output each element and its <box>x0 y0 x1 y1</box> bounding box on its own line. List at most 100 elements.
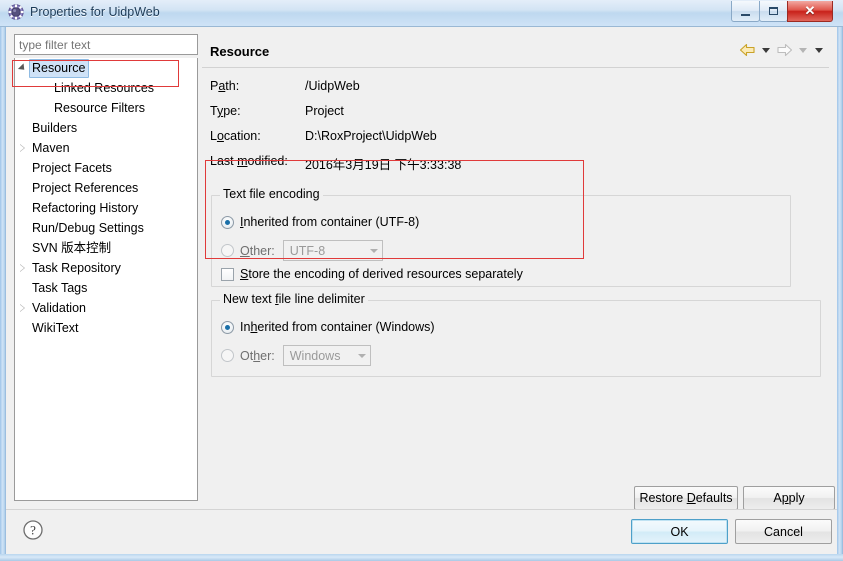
tree-item-label: Validation <box>32 301 86 315</box>
tree-item-maven[interactable]: Maven <box>15 138 197 158</box>
tree-item-resource[interactable]: Resource <box>15 58 197 78</box>
tree-item-builders[interactable]: Builders <box>15 118 197 138</box>
page-title-separator <box>202 67 829 68</box>
cancel-label: Cancel <box>764 524 803 539</box>
apply-button[interactable]: Apply <box>743 486 835 510</box>
tree-item-wikitext[interactable]: WikiText <box>15 318 197 338</box>
window-frame-right <box>837 0 843 561</box>
back-arrow-icon[interactable] <box>738 42 756 58</box>
tree-collapse-arrow-icon[interactable] <box>17 298 27 318</box>
tree-item-label: Run/Debug Settings <box>32 221 144 235</box>
store-derived-encoding-row[interactable]: Store the encoding of derived resources … <box>221 267 523 281</box>
delimiter-inherited-radio[interactable] <box>221 320 234 334</box>
encoding-inherited-radio-row[interactable]: Inherited from container (UTF-8) <box>221 215 419 229</box>
tree-item-task-tags[interactable]: Task Tags <box>15 278 197 298</box>
encoding-other-label: Other: <box>240 243 275 258</box>
delimiter-combo-chevron-down-icon <box>354 354 370 358</box>
forward-history-chevron-down-icon <box>796 42 809 58</box>
tree-item-project-facets[interactable]: Project Facets <box>15 158 197 178</box>
text-file-encoding-group: Text file encoding Inherited from contai… <box>211 187 791 287</box>
window-frame-bottom <box>0 554 843 561</box>
delimiter-other-radio[interactable] <box>221 349 234 362</box>
tree-item-label: Resource <box>29 59 89 78</box>
dialog-body: Resource Linked Resources Resource Filters… <box>6 27 837 554</box>
maximize-button[interactable] <box>759 1 788 22</box>
tree-expand-arrow-icon[interactable] <box>17 58 27 78</box>
restore-defaults-label: Restore Defaults <box>639 491 733 505</box>
page-navigation-toolbar <box>738 42 825 58</box>
tree-item-label: Resource Filters <box>54 101 145 115</box>
tree-item-label: Maven <box>32 141 70 155</box>
tree-item-label: SVN 版本控制 <box>32 241 112 255</box>
text-file-encoding-group-title: Text file encoding <box>220 187 323 201</box>
encoding-other-radio[interactable] <box>221 244 234 257</box>
store-derived-encoding-label: Store the encoding of derived resources … <box>240 267 523 281</box>
filter-input[interactable] <box>14 34 198 55</box>
properties-dialog-window: Properties for UidpWeb ✕ Resource Linked … <box>0 0 843 561</box>
property-label: Type: <box>210 104 241 118</box>
encoding-combo[interactable]: UTF-8 <box>282 240 383 261</box>
encoding-inherited-label: Inherited from container (UTF-8) <box>240 215 420 229</box>
delimiter-combo-value: Windows <box>289 348 341 363</box>
property-value: 2016年3月19日 下午3:33:38 <box>305 158 462 172</box>
ok-button[interactable]: OK <box>631 519 728 544</box>
property-value: /UidpWeb <box>305 79 360 93</box>
view-menu-chevron-down-icon[interactable] <box>812 42 825 58</box>
tree-item-task-repository[interactable]: Task Repository <box>15 258 197 278</box>
title-bar: Properties for UidpWeb ✕ <box>0 0 843 27</box>
title-bar-left: Properties for UidpWeb <box>8 4 160 20</box>
tree-item-label: WikiText <box>32 321 79 335</box>
line-delimiter-group-title: New text file line delimiter <box>220 292 368 306</box>
tree-item-label: Linked Resources <box>54 81 155 95</box>
property-label: Path: <box>210 79 240 93</box>
page-title: Resource <box>210 44 270 59</box>
property-value: Project <box>305 104 344 118</box>
back-history-chevron-down-icon[interactable] <box>759 42 772 58</box>
delimiter-inherited-label: Inherited from container (Windows) <box>240 320 435 334</box>
tree-item-label: Task Repository <box>32 261 121 275</box>
close-button[interactable]: ✕ <box>787 1 833 22</box>
delimiter-inherited-radio-row[interactable]: Inherited from container (Windows) <box>221 320 435 334</box>
dialog-footer: ? OK Cancel <box>6 510 837 554</box>
ok-label: OK <box>670 524 689 539</box>
maximize-icon <box>760 1 787 21</box>
property-value: D:\RoxProject\UidpWeb <box>305 129 437 143</box>
preference-tree[interactable]: Resource Linked Resources Resource Filters… <box>14 58 198 501</box>
encoding-inherited-radio[interactable] <box>221 215 234 229</box>
window-title: Properties for UidpWeb <box>30 5 160 19</box>
delimiter-combo[interactable]: Windows <box>282 345 371 366</box>
window-controls: ✕ <box>731 1 833 22</box>
encoding-combo-chevron-down-icon <box>366 249 382 253</box>
tree-item-label: Project References <box>32 181 139 195</box>
cancel-button[interactable]: Cancel <box>735 519 832 544</box>
tree-item-linked-resources[interactable]: Linked Resources <box>15 78 197 98</box>
properties-gear-icon <box>8 4 24 20</box>
tree-item-label: Refactoring History <box>32 201 139 215</box>
close-icon: ✕ <box>804 3 816 18</box>
property-label: Location: <box>210 129 261 143</box>
delimiter-other-label: Other: <box>240 348 275 363</box>
tree-item-label: Builders <box>32 121 78 135</box>
encoding-combo-value: UTF-8 <box>289 243 326 258</box>
tree-item-label: Task Tags <box>32 281 88 295</box>
tree-item-resource-filters[interactable]: Resource Filters <box>15 98 197 118</box>
tree-item-project-references[interactable]: Project References <box>15 178 197 198</box>
restore-defaults-button[interactable]: Restore Defaults <box>634 486 738 510</box>
forward-arrow-icon <box>775 42 793 58</box>
property-label: Last modified: <box>210 154 288 168</box>
store-derived-encoding-checkbox[interactable] <box>221 267 234 281</box>
tree-item-svn[interactable]: SVN 版本控制 <box>15 238 197 258</box>
help-question-icon[interactable]: ? <box>22 519 44 541</box>
delimiter-other-radio-row[interactable]: Other: Windows <box>221 345 371 366</box>
line-delimiter-group: New text file line delimiter Inherited f… <box>211 292 821 377</box>
tree-item-run-debug-settings[interactable]: Run/Debug Settings <box>15 218 197 238</box>
tree-item-validation[interactable]: Validation <box>15 298 197 318</box>
tree-collapse-arrow-icon[interactable] <box>17 138 27 158</box>
encoding-other-radio-row[interactable]: Other: UTF-8 <box>221 240 383 261</box>
tree-collapse-arrow-icon[interactable] <box>17 258 27 278</box>
minimize-button[interactable] <box>731 1 760 22</box>
preference-tree-pane: Resource Linked Resources Resource Filters… <box>14 34 198 501</box>
tree-item-label: Project Facets <box>32 161 112 175</box>
minimize-icon <box>732 1 759 21</box>
tree-item-refactoring-history[interactable]: Refactoring History <box>15 198 197 218</box>
